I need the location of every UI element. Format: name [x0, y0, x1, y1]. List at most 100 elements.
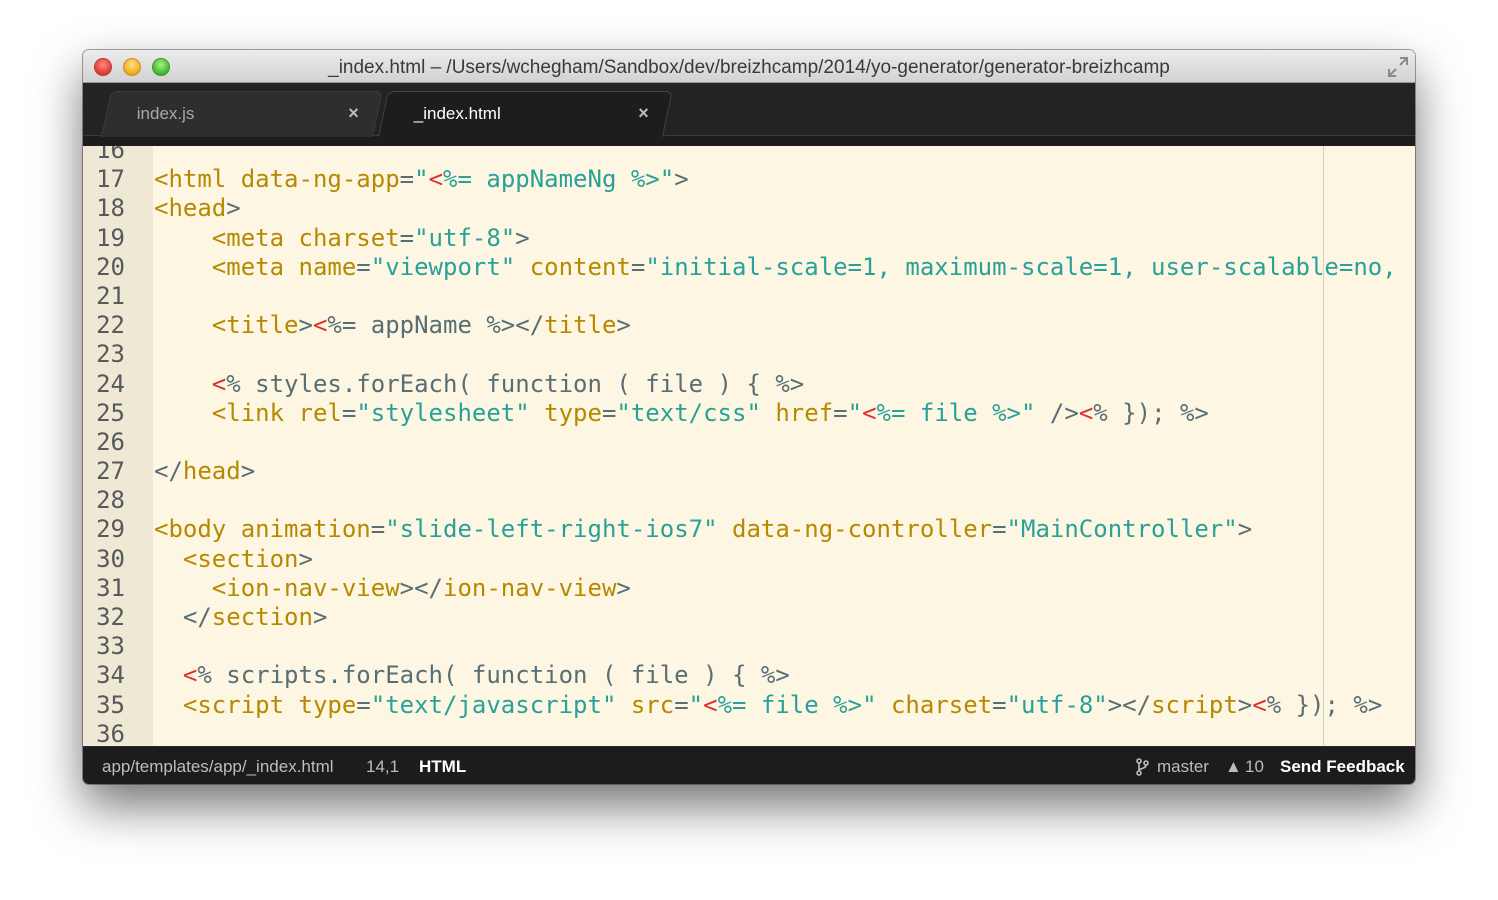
code-token: "viewport"	[370, 252, 516, 281]
code-line[interactable]: 28	[83, 486, 1415, 515]
code-line[interactable]: 24 <% styles.forEach( function ( file ) …	[83, 370, 1415, 399]
code-token: "	[1021, 398, 1036, 427]
code-token: % styles.forEach( function ( file ) { %>	[226, 369, 805, 398]
line-number: 17	[96, 165, 125, 194]
code-line[interactable]: 23	[83, 340, 1415, 369]
tab-index-js[interactable]: index.js ×	[101, 91, 383, 137]
tab-close-icon[interactable]: ×	[638, 103, 649, 124]
code-line[interactable]: 22 <title><%= appName %></title>	[83, 311, 1415, 340]
code-token: <	[312, 311, 328, 340]
code-token: />	[1035, 398, 1079, 427]
code-token: %= file %>	[717, 690, 863, 719]
code-line[interactable]: 20 <meta name="viewport" content="initia…	[83, 253, 1415, 282]
code-token: >	[298, 311, 313, 340]
line-number: 24	[96, 369, 125, 398]
code-line[interactable]: 29 <body animation="slide-left-right-ios7…	[83, 515, 1415, 544]
code-line[interactable]: 21	[83, 282, 1415, 311]
code-token: "MainController"	[1006, 515, 1238, 544]
line-source: <title><%= appName %></title>	[154, 311, 631, 340]
line-source: <meta name="viewport" content="initial-s…	[154, 253, 1397, 282]
code-token: =	[630, 252, 646, 281]
code-token: "stylesheet"	[356, 398, 530, 427]
code-token: %= appName %></	[327, 311, 545, 340]
code-token: >	[298, 544, 313, 573]
line-number: 16	[96, 146, 125, 164]
tab-close-icon[interactable]: ×	[348, 103, 359, 124]
line-number: 25	[96, 398, 125, 427]
code-token: content	[529, 252, 631, 281]
code-token: "	[847, 398, 863, 427]
status-bar: app/templates/app/_index.html 14,1 HTML …	[83, 746, 1415, 784]
code-token: rel	[298, 398, 342, 427]
tab-bar: index.js × _index.html ×	[83, 83, 1415, 147]
code-token: "	[414, 165, 429, 194]
code-line[interactable]: 35 <script type="text/javascript" src="<…	[83, 691, 1415, 720]
line-number: 26	[96, 427, 125, 456]
tab-label: _index.html	[413, 104, 501, 123]
line-source: <ion-nav-view></ion-nav-view>	[154, 574, 631, 603]
line-number: 23	[96, 340, 125, 369]
code-lines: 16 17 <html data-ng-app="<%= appNameNg %>"…	[83, 146, 1415, 746]
code-line[interactable]: 18 <head>	[83, 194, 1415, 223]
line-number: 32	[96, 603, 125, 631]
git-branch-name[interactable]: master	[1157, 757, 1209, 777]
line-number: 36	[96, 719, 125, 746]
code-line[interactable]: 26	[83, 428, 1415, 457]
line-number: 35	[96, 690, 125, 719]
code-token: =	[833, 398, 848, 427]
code-token: >	[515, 223, 530, 252]
code-token: =	[674, 690, 689, 719]
code-token: >	[226, 194, 241, 223]
code-token: <body	[154, 515, 241, 544]
code-token: %= file %>	[876, 398, 1022, 427]
code-token: title	[544, 311, 617, 340]
code-token: <	[211, 369, 227, 398]
code-token: "utf-8"	[414, 223, 516, 252]
line-source: <link rel="stylesheet" type="text/css" h…	[154, 399, 1209, 428]
tab-index-html[interactable]: _index.html ×	[378, 91, 673, 137]
code-line[interactable]: 27 </head>	[83, 457, 1415, 486]
code-line[interactable]: 36	[83, 720, 1415, 746]
code-token: <	[1078, 398, 1094, 427]
code-line[interactable]: 16	[83, 146, 1415, 165]
send-feedback-button[interactable]: Send Feedback	[1280, 757, 1405, 777]
line-source: <head>	[154, 194, 241, 223]
code-line[interactable]: 32 </section>	[83, 603, 1415, 632]
code-line[interactable]: 33	[83, 632, 1415, 661]
code-token: "initial-scale=1, maximum-scale=1, user-…	[645, 252, 1397, 281]
code-token: =	[356, 690, 371, 719]
code-token: =	[399, 223, 415, 252]
code-token: ></	[1107, 690, 1152, 719]
code-token: <section	[182, 544, 299, 573]
code-line[interactable]: 34 <% scripts.forEach( function ( file )…	[83, 661, 1415, 690]
code-line[interactable]: 19 <meta charset="utf-8">	[83, 224, 1415, 253]
code-token: <html	[154, 165, 241, 194]
line-number: 31	[96, 573, 125, 602]
code-line[interactable]: 31 <ion-nav-view></ion-nav-view>	[83, 574, 1415, 603]
code-token: <	[703, 690, 718, 719]
code-token: </	[154, 603, 212, 631]
code-token: <head	[154, 194, 227, 223]
code-editor[interactable]: 16 17 <html data-ng-app="<%= appNameNg %>"…	[83, 146, 1415, 746]
code-token: %= appNameNg %>	[443, 165, 660, 194]
code-token: ></	[399, 573, 443, 602]
code-token: src	[630, 690, 675, 719]
line-source: <meta charset="utf-8">	[154, 224, 530, 253]
commits-ahead-count: 10	[1245, 757, 1264, 776]
code-line[interactable]: 30 <section>	[83, 545, 1415, 574]
code-line[interactable]: 17 <html data-ng-app="<%= appNameNg %>">	[83, 165, 1415, 194]
code-line[interactable]: 25 <link rel="stylesheet" type="text/css…	[83, 399, 1415, 428]
status-cursor-position: 14,1	[366, 757, 400, 776]
code-token: <title	[211, 311, 299, 340]
code-token: >	[1237, 515, 1253, 544]
fullscreen-icon[interactable]	[1387, 56, 1409, 78]
line-source: <script type="text/javascript" src="<%= …	[154, 691, 1382, 720]
syntax-selector[interactable]: HTML	[419, 757, 466, 777]
code-token: "	[659, 165, 675, 194]
status-file-path: app/templates/app/_index.html	[102, 757, 334, 776]
